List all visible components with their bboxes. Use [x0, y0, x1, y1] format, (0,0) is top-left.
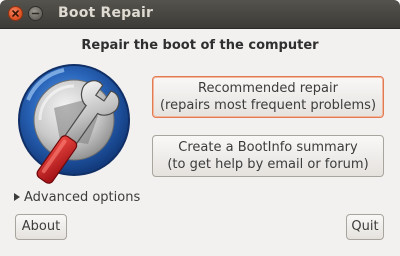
quit-button[interactable]: Quit: [346, 214, 384, 240]
page-heading: Repair the boot of the computer: [81, 38, 319, 53]
recommended-repair-label: Recommended repair: [198, 81, 338, 96]
bootinfo-summary-sublabel: (to get help by email or forum): [167, 157, 369, 172]
title-bar[interactable]: Boot Repair: [0, 0, 400, 29]
close-icon[interactable]: [8, 6, 23, 21]
advanced-options-expander[interactable]: Advanced options: [14, 190, 140, 205]
minimize-icon[interactable]: [28, 6, 43, 21]
recommended-repair-sublabel: (repairs most frequent problems): [159, 98, 377, 113]
bootinfo-summary-label: Create a BootInfo summary: [178, 140, 358, 155]
advanced-options-label: Advanced options: [24, 190, 141, 205]
recommended-repair-button[interactable]: Recommended repair (repairs most frequen…: [152, 76, 384, 118]
boot-repair-window: Boot Repair Repair the boot of the compu…: [0, 0, 400, 256]
triangle-right-icon: [14, 192, 20, 201]
bootinfo-summary-button[interactable]: Create a BootInfo summary (to get help b…: [152, 135, 384, 177]
about-button[interactable]: About: [15, 214, 67, 240]
disk-wrench-icon: [18, 64, 130, 184]
window-title: Boot Repair: [58, 5, 154, 21]
